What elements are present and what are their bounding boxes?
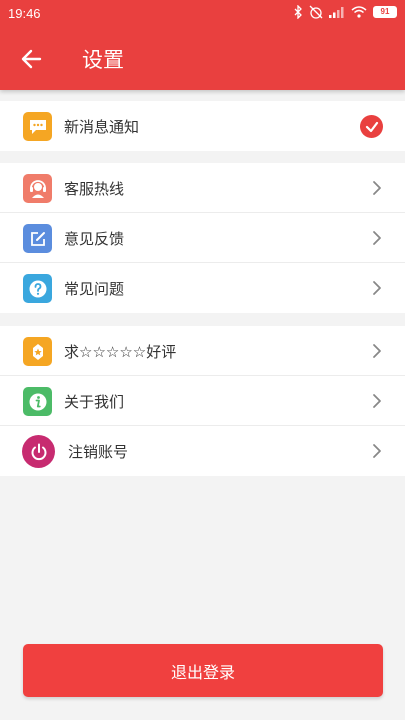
chevron-right-icon (373, 344, 381, 358)
question-icon (23, 274, 52, 303)
message-icon (23, 112, 52, 141)
bluetooth-icon (294, 5, 302, 19)
settings-item-label: 关于我们 (64, 393, 125, 411)
settings-item-delete-account[interactable]: 注销账号 (0, 426, 405, 476)
settings-item-label: 常见问题 (64, 280, 125, 298)
settings-item-label: 求☆☆☆☆☆好评 (64, 343, 177, 361)
feedback-edit-icon (23, 224, 52, 253)
checkmark-icon[interactable] (360, 115, 383, 138)
back-arrow-icon[interactable] (18, 45, 46, 73)
settings-group-support: 客服热线 意见反馈 常见问题 (0, 163, 405, 313)
info-icon (23, 387, 52, 416)
status-bar: 19:46 91 (0, 0, 405, 28)
settings-group-notifications: 新消息通知 (0, 101, 405, 151)
chevron-right-icon (373, 394, 381, 408)
settings-item-notifications[interactable]: 新消息通知 (0, 101, 405, 151)
settings-item-faq[interactable]: 常见问题 (0, 263, 405, 313)
customer-service-icon (23, 174, 52, 203)
chevron-right-icon (373, 281, 381, 295)
logout-button[interactable]: 退出登录 (23, 644, 383, 697)
star-icon (23, 337, 52, 366)
settings-group-about: 求☆☆☆☆☆好评 关于我们 注销账号 (0, 326, 405, 476)
power-icon (22, 435, 55, 468)
chevron-right-icon (373, 231, 381, 245)
status-time: 19:46 (8, 6, 41, 21)
chevron-right-icon (373, 444, 381, 458)
settings-item-label: 新消息通知 (64, 118, 140, 136)
status-icons: 91 (294, 5, 397, 19)
alarm-off-icon (309, 5, 323, 19)
settings-item-label: 注销账号 (68, 443, 129, 461)
header: 19:46 91 设置 (0, 0, 405, 90)
settings-item-rate[interactable]: 求☆☆☆☆☆好评 (0, 326, 405, 376)
settings-item-label: 意见反馈 (64, 230, 125, 248)
signal-icon (329, 7, 344, 18)
settings-item-label: 客服热线 (64, 180, 125, 198)
chevron-right-icon (373, 181, 381, 195)
page-title: 设置 (82, 48, 124, 72)
battery-icon: 91 (373, 6, 397, 18)
settings-item-customer-service[interactable]: 客服热线 (0, 163, 405, 213)
settings-item-feedback[interactable]: 意见反馈 (0, 213, 405, 263)
settings-item-about-us[interactable]: 关于我们 (0, 376, 405, 426)
nav-bar: 设置 (0, 28, 405, 90)
wifi-icon (351, 6, 367, 18)
